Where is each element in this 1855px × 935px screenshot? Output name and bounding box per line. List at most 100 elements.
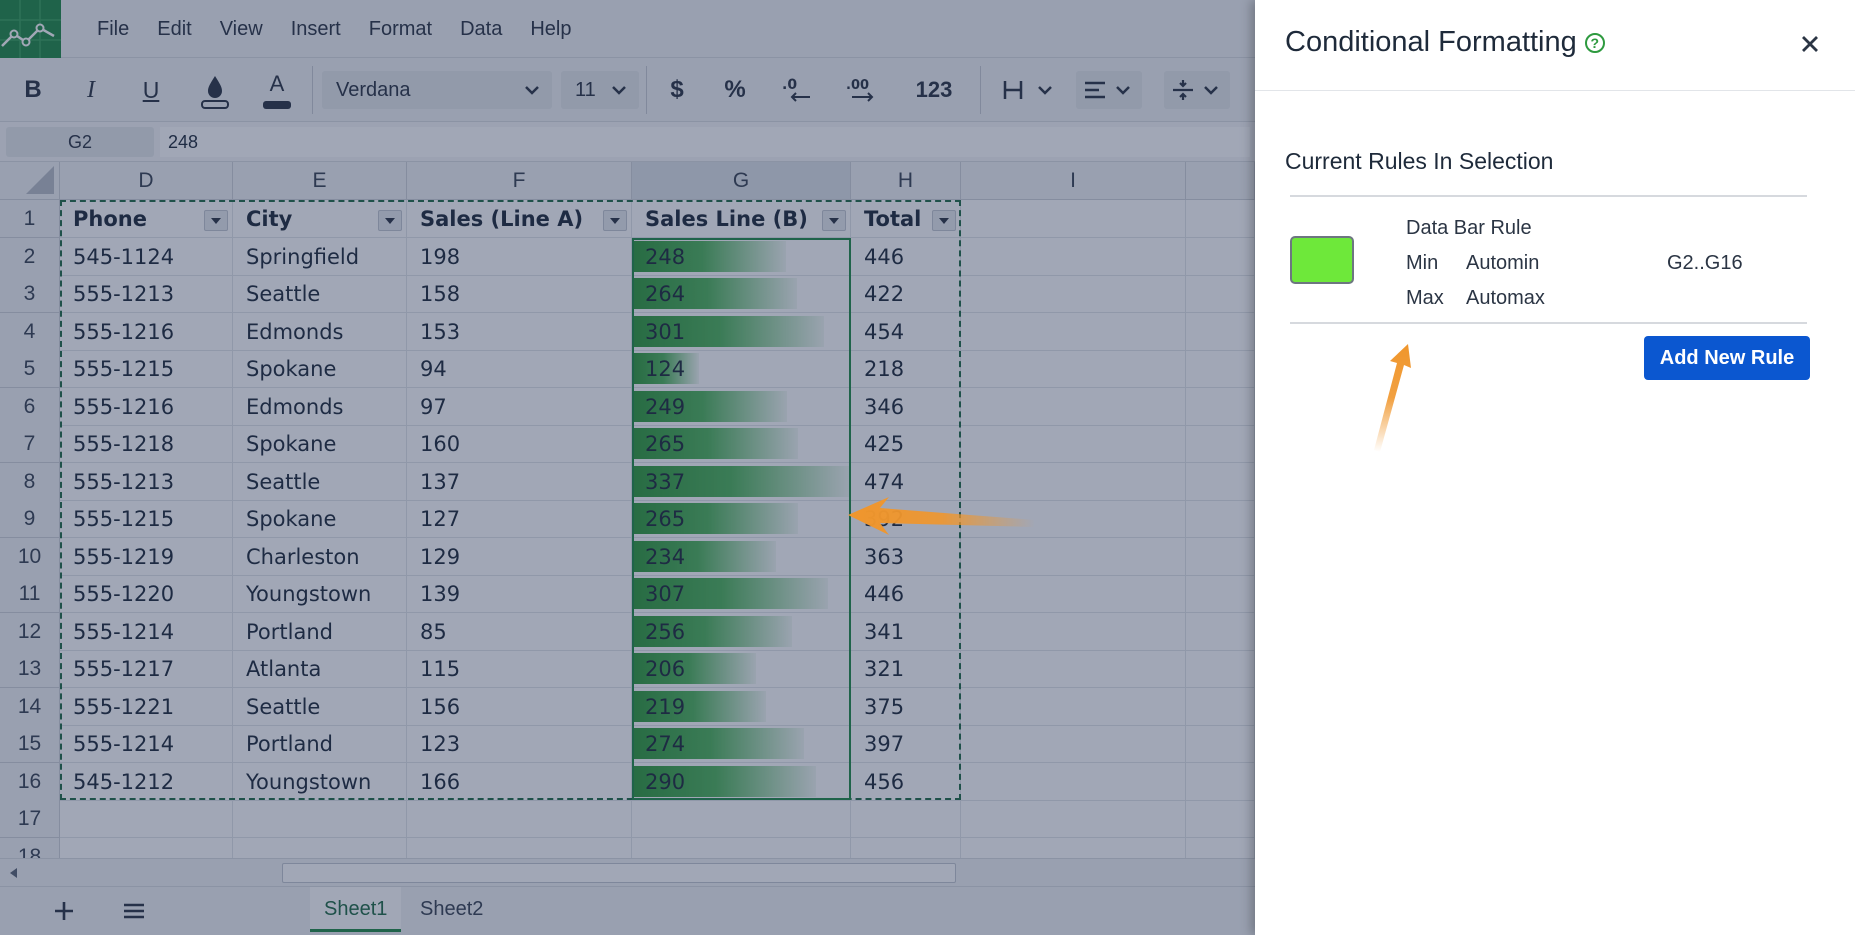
help-icon[interactable]: ? [1584,33,1605,54]
table-cell[interactable]: Edmonds [233,312,407,351]
table-cell[interactable]: 139 [407,575,632,613]
table-cell[interactable]: Seattle [233,275,407,313]
table-cell[interactable]: 137 [407,462,632,501]
row-header[interactable]: 8 [0,462,60,501]
row-header[interactable]: 5 [0,350,60,388]
text-color-button[interactable]: A [258,58,296,122]
table-cell[interactable]: Edmonds [233,387,407,426]
table-cell[interactable]: 555-1216 [60,387,233,426]
table-cell[interactable]: 274 [632,725,851,763]
table-cell[interactable]: 363 [851,537,961,576]
empty-cell[interactable] [1186,537,1255,576]
table-cell[interactable]: Spokane [233,425,407,463]
row-header[interactable]: 10 [0,537,60,576]
table-cell[interactable]: 127 [407,500,632,538]
table-cell[interactable]: 555-1216 [60,312,233,351]
empty-cell[interactable] [961,650,1186,688]
menu-data[interactable]: Data [446,0,516,58]
scroll-left-icon[interactable] [4,863,24,883]
table-cell[interactable]: 555-1218 [60,425,233,463]
table-cell[interactable]: 555-1221 [60,687,233,726]
empty-cell[interactable] [961,612,1186,651]
table-cell[interactable]: 153 [407,312,632,351]
menu-file[interactable]: File [83,0,143,58]
empty-cell[interactable] [1186,650,1255,688]
empty-cell[interactable] [961,837,1186,858]
row-header[interactable]: 9 [0,500,60,538]
row-header[interactable]: 3 [0,275,60,313]
table-cell[interactable]: 341 [851,612,961,651]
menu-edit[interactable]: Edit [143,0,205,58]
empty-cell[interactable] [632,800,851,838]
row-header[interactable]: 7 [0,425,60,463]
filter-dropdown-button[interactable] [204,210,228,231]
column-header-e[interactable]: E [233,162,407,200]
row-header[interactable]: 2 [0,237,60,276]
table-cell[interactable]: Seattle [233,687,407,726]
table-cell[interactable]: 158 [407,275,632,313]
spreadsheet-grid[interactable]: DEFGHI 1 2 3 4 5 6 7 8 9 10 11 12 13 14 15 16 17 18 Phone… [0,162,1255,858]
formula-input[interactable]: 248 [160,127,1250,157]
empty-cell[interactable] [961,575,1186,613]
table-cell[interactable]: 392 [851,500,961,538]
empty-cell[interactable] [1186,687,1255,726]
empty-cell[interactable] [1186,575,1255,613]
empty-cell[interactable] [1186,200,1255,238]
empty-cell[interactable] [233,837,407,858]
empty-cell[interactable] [60,800,233,838]
table-cell[interactable]: 375 [851,687,961,726]
table-cell[interactable]: 256 [632,612,851,651]
empty-cell[interactable] [961,725,1186,763]
empty-cell[interactable] [961,462,1186,501]
empty-cell[interactable] [851,800,961,838]
table-cell[interactable]: Charleston [233,537,407,576]
empty-cell[interactable] [961,237,1186,276]
select-all-corner[interactable] [0,162,60,200]
column-header-i[interactable]: I [961,162,1186,200]
table-cell[interactable]: 545-1124 [60,237,233,276]
empty-cell[interactable] [1186,425,1255,463]
italic-button[interactable]: I [72,58,110,122]
table-cell[interactable]: 198 [407,237,632,276]
table-cell[interactable]: 97 [407,387,632,426]
header-cell[interactable]: Phone [60,200,233,238]
empty-cell[interactable] [1186,462,1255,501]
table-cell[interactable]: Spokane [233,350,407,388]
all-sheets-button[interactable] [120,897,148,925]
empty-cell[interactable] [961,537,1186,576]
fill-color-button[interactable] [196,58,234,122]
row-header[interactable]: 16 [0,762,60,801]
filter-dropdown-button[interactable] [822,210,846,231]
table-cell[interactable]: 166 [407,762,632,801]
close-button[interactable] [1796,30,1824,58]
menu-insert[interactable]: Insert [277,0,355,58]
menu-help[interactable]: Help [516,0,585,58]
table-cell[interactable]: 219 [632,687,851,726]
table-cell[interactable]: 456 [851,762,961,801]
table-cell[interactable]: 321 [851,650,961,688]
table-cell[interactable]: 555-1214 [60,725,233,763]
header-cell[interactable]: Total [851,200,961,238]
table-cell[interactable]: 446 [851,237,961,276]
vertical-align-button[interactable] [1164,71,1230,109]
table-cell[interactable]: Portland [233,612,407,651]
table-cell[interactable]: 337 [632,462,851,501]
row-header[interactable]: 12 [0,612,60,651]
increase-decimal-button[interactable]: .00 [842,58,882,122]
empty-cell[interactable] [1186,387,1255,426]
table-cell[interactable]: 249 [632,387,851,426]
borders-button[interactable] [998,58,1060,122]
empty-cell[interactable] [961,500,1186,538]
table-cell[interactable]: 474 [851,462,961,501]
font-size-select[interactable]: 11 [561,71,639,109]
name-box[interactable]: G2 [6,127,154,157]
table-cell[interactable]: 85 [407,612,632,651]
table-cell[interactable]: Atlanta [233,650,407,688]
empty-cell[interactable] [1186,275,1255,313]
table-cell[interactable]: 264 [632,275,851,313]
table-cell[interactable]: 555-1214 [60,612,233,651]
number-format-button[interactable]: 123 [904,58,964,122]
empty-cell[interactable] [961,687,1186,726]
empty-cell[interactable] [1186,837,1255,858]
table-cell[interactable]: 555-1217 [60,650,233,688]
